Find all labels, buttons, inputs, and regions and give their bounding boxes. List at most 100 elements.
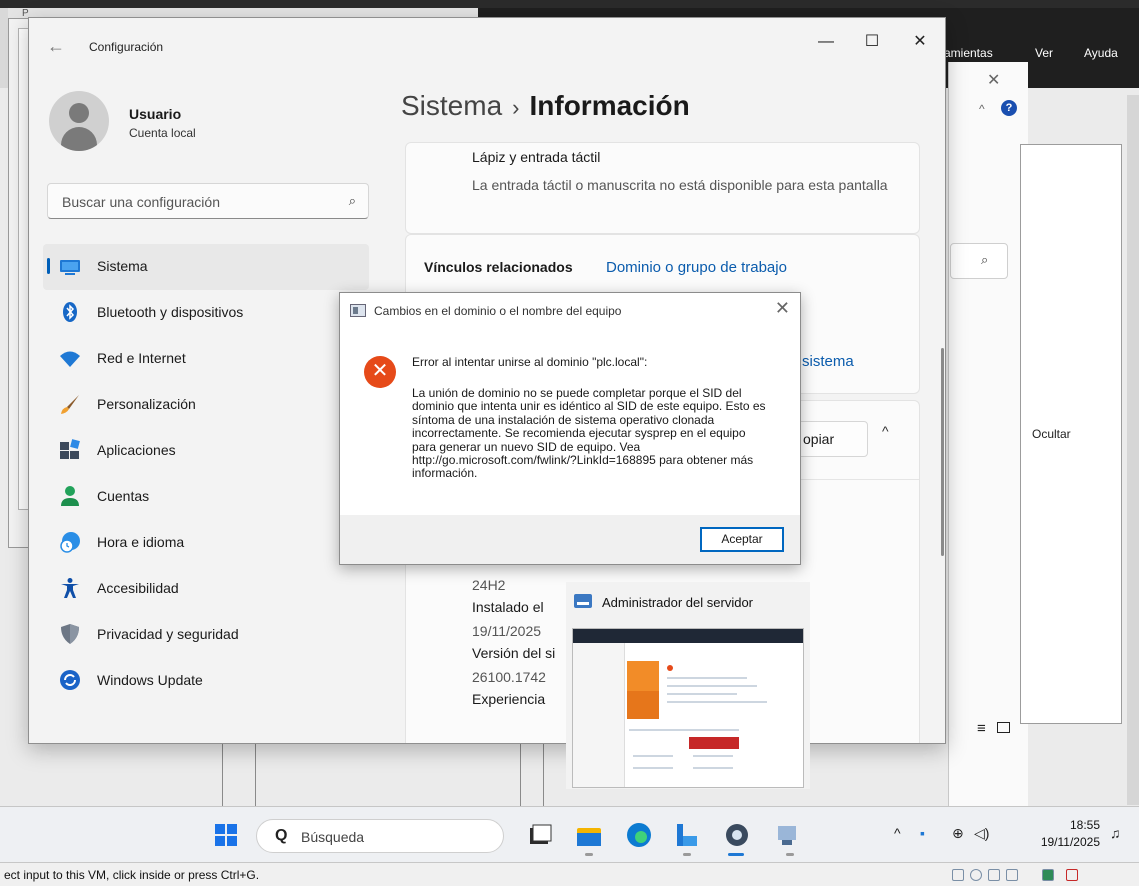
update-icon xyxy=(60,670,80,690)
sidebar-item-personalizacion[interactable]: Personalización xyxy=(43,382,369,428)
bg-right-pane: Ocultar xyxy=(1020,144,1122,724)
sidebar-item-privacidad[interactable]: Privacidad y seguridad xyxy=(43,612,369,658)
bg-server-manager-window: ✕ ^ ? xyxy=(948,62,1028,810)
dialog-footer: Aceptar xyxy=(340,515,800,564)
sidebar-item-label: Bluetooth y dispositivos xyxy=(97,304,244,320)
settings-gear-icon[interactable] xyxy=(722,820,752,850)
list-view-icon[interactable]: ≡ xyxy=(977,720,986,737)
error-message: La unión de dominio no se puede completa… xyxy=(412,386,766,481)
sidebar-item-label: Sistema xyxy=(97,258,148,274)
breadcrumb-current: Información xyxy=(529,90,690,121)
back-arrow-icon[interactable]: ← xyxy=(47,36,65,57)
sidebar-item-cuentas[interactable]: Cuentas xyxy=(43,474,369,520)
app-title: Configuración xyxy=(89,40,164,54)
sidebar-item-label: Personalización xyxy=(97,396,196,412)
volume-icon[interactable]: ◁) xyxy=(974,825,989,842)
search-icon: Q xyxy=(275,827,288,844)
window-view-icon[interactable] xyxy=(997,722,1010,733)
sidebar-item-accesibilidad[interactable]: Accesibilidad xyxy=(43,566,369,612)
server-manager-taskbar-icon[interactable] xyxy=(672,820,702,850)
active-indicator xyxy=(728,853,744,856)
sidebar-item-label: Privacidad y seguridad xyxy=(97,626,239,642)
server-manager-icon xyxy=(574,594,592,608)
sidebar-item-label: Aplicaciones xyxy=(97,442,176,458)
taskbar-search[interactable]: Q Búsqueda xyxy=(256,819,504,853)
edge-icon[interactable] xyxy=(624,820,654,850)
bg-scrollbar[interactable] xyxy=(1127,95,1139,805)
maximize-button[interactable]: ☐ xyxy=(857,30,887,54)
bg-search-field[interactable]: ⌕ xyxy=(950,243,1008,279)
search-icon: ⌕ xyxy=(981,252,989,267)
bg-divider xyxy=(543,744,544,806)
sidebar-item-label: Accesibilidad xyxy=(97,580,179,596)
chevron-up-icon[interactable]: ^ xyxy=(882,423,889,439)
bg-divider xyxy=(520,744,521,806)
avatar[interactable] xyxy=(49,91,109,151)
copy-button-label: opiar xyxy=(803,431,835,447)
minimize-button[interactable]: — xyxy=(811,30,841,54)
chevron-up-icon[interactable]: ^ xyxy=(894,825,901,841)
clock[interactable]: 18:55 19/11/2025 xyxy=(1030,817,1100,851)
close-icon[interactable]: ✕ xyxy=(987,70,1000,90)
menu-ayuda[interactable]: Ayuda xyxy=(1084,46,1118,60)
pen-description: La entrada táctil o manuscrita no está d… xyxy=(472,177,888,193)
taskbar-thumbnail-preview[interactable]: Administrador del servidor xyxy=(566,582,810,789)
error-heading: Error al intentar unirse al dominio "plc… xyxy=(412,355,648,369)
titlebar: ← Configuración — ☐ ✕ xyxy=(29,18,945,74)
disk-icon[interactable] xyxy=(952,869,964,881)
domain-workgroup-link[interactable]: Dominio o grupo de trabajo xyxy=(606,259,787,276)
sidebar-item-aplicaciones[interactable]: Aplicaciones xyxy=(43,428,369,474)
accept-button[interactable]: Aceptar xyxy=(700,527,784,552)
related-links-label: Vínculos relacionados xyxy=(424,259,573,275)
network-adapter-icon[interactable] xyxy=(988,869,1000,881)
sidebar-item-sistema[interactable]: Sistema xyxy=(43,244,369,290)
running-indicator xyxy=(683,853,691,856)
bluetooth-icon xyxy=(63,302,77,322)
system-protection-link[interactable]: sistema xyxy=(802,353,854,370)
help-icon[interactable]: ? xyxy=(1001,100,1017,116)
audio-icon[interactable] xyxy=(1006,869,1018,881)
dialog-title: Cambios en el dominio o el nombre del eq… xyxy=(374,304,622,318)
version-value: 24H2 xyxy=(472,577,506,593)
terminal-icon[interactable] xyxy=(525,820,555,850)
scrollbar[interactable] xyxy=(941,348,944,556)
search-input[interactable]: Buscar una configuración ⌕ xyxy=(47,183,369,219)
sidebar-item-label: Windows Update xyxy=(97,672,203,688)
shield-icon xyxy=(61,624,79,644)
windows-start-icon[interactable] xyxy=(215,824,237,846)
taskbar-search-label: Búsqueda xyxy=(301,829,365,845)
display-icon xyxy=(60,260,80,275)
network-tool-icon[interactable] xyxy=(772,820,802,850)
notification-bell-icon[interactable]: ♫ xyxy=(1110,825,1121,841)
installed-value: 19/11/2025 xyxy=(472,623,542,639)
wifi-icon xyxy=(60,351,80,367)
bg-divider xyxy=(222,744,223,806)
network-globe-icon[interactable]: ⊕ xyxy=(952,825,964,842)
sidebar-item-hora[interactable]: Hora e idioma xyxy=(43,520,369,566)
usb-icon[interactable] xyxy=(1066,869,1078,881)
file-explorer-icon[interactable] xyxy=(574,820,604,850)
dialog-close-button[interactable]: ✕ xyxy=(775,298,790,319)
menu-herramientas[interactable]: ramientas xyxy=(940,46,993,60)
sidebar-item-label: Hora e idioma xyxy=(97,534,185,550)
user-name: Usuario xyxy=(129,106,182,122)
sidebar-item-bluetooth[interactable]: Bluetooth y dispositivos xyxy=(43,290,369,336)
sidebar-item-red[interactable]: Red e Internet xyxy=(43,336,369,382)
dialog-titlebar: Cambios en el dominio o el nombre del eq… xyxy=(340,293,800,329)
breadcrumb-parent[interactable]: Sistema xyxy=(401,90,502,121)
cd-icon[interactable] xyxy=(970,869,982,881)
app-tray-icon[interactable]: ▪ xyxy=(920,825,925,841)
menu-ver[interactable]: Ver xyxy=(1035,46,1053,60)
shared-folder-icon[interactable] xyxy=(1042,869,1054,881)
ocultar-label[interactable]: Ocultar xyxy=(1032,427,1071,441)
os-build-value: 26100.1742 xyxy=(472,669,546,685)
chevron-up-icon[interactable]: ^ xyxy=(979,102,985,116)
sidebar-item-windows-update[interactable]: Windows Update xyxy=(43,658,369,704)
page-title: Sistema › Información xyxy=(401,90,690,122)
person-icon xyxy=(61,486,79,506)
account-type: Cuenta local xyxy=(129,126,196,140)
accessibility-icon xyxy=(61,578,79,598)
os-build-label: Versión del si xyxy=(472,645,556,661)
close-button[interactable]: ✕ xyxy=(905,30,935,54)
running-indicator xyxy=(585,853,593,856)
